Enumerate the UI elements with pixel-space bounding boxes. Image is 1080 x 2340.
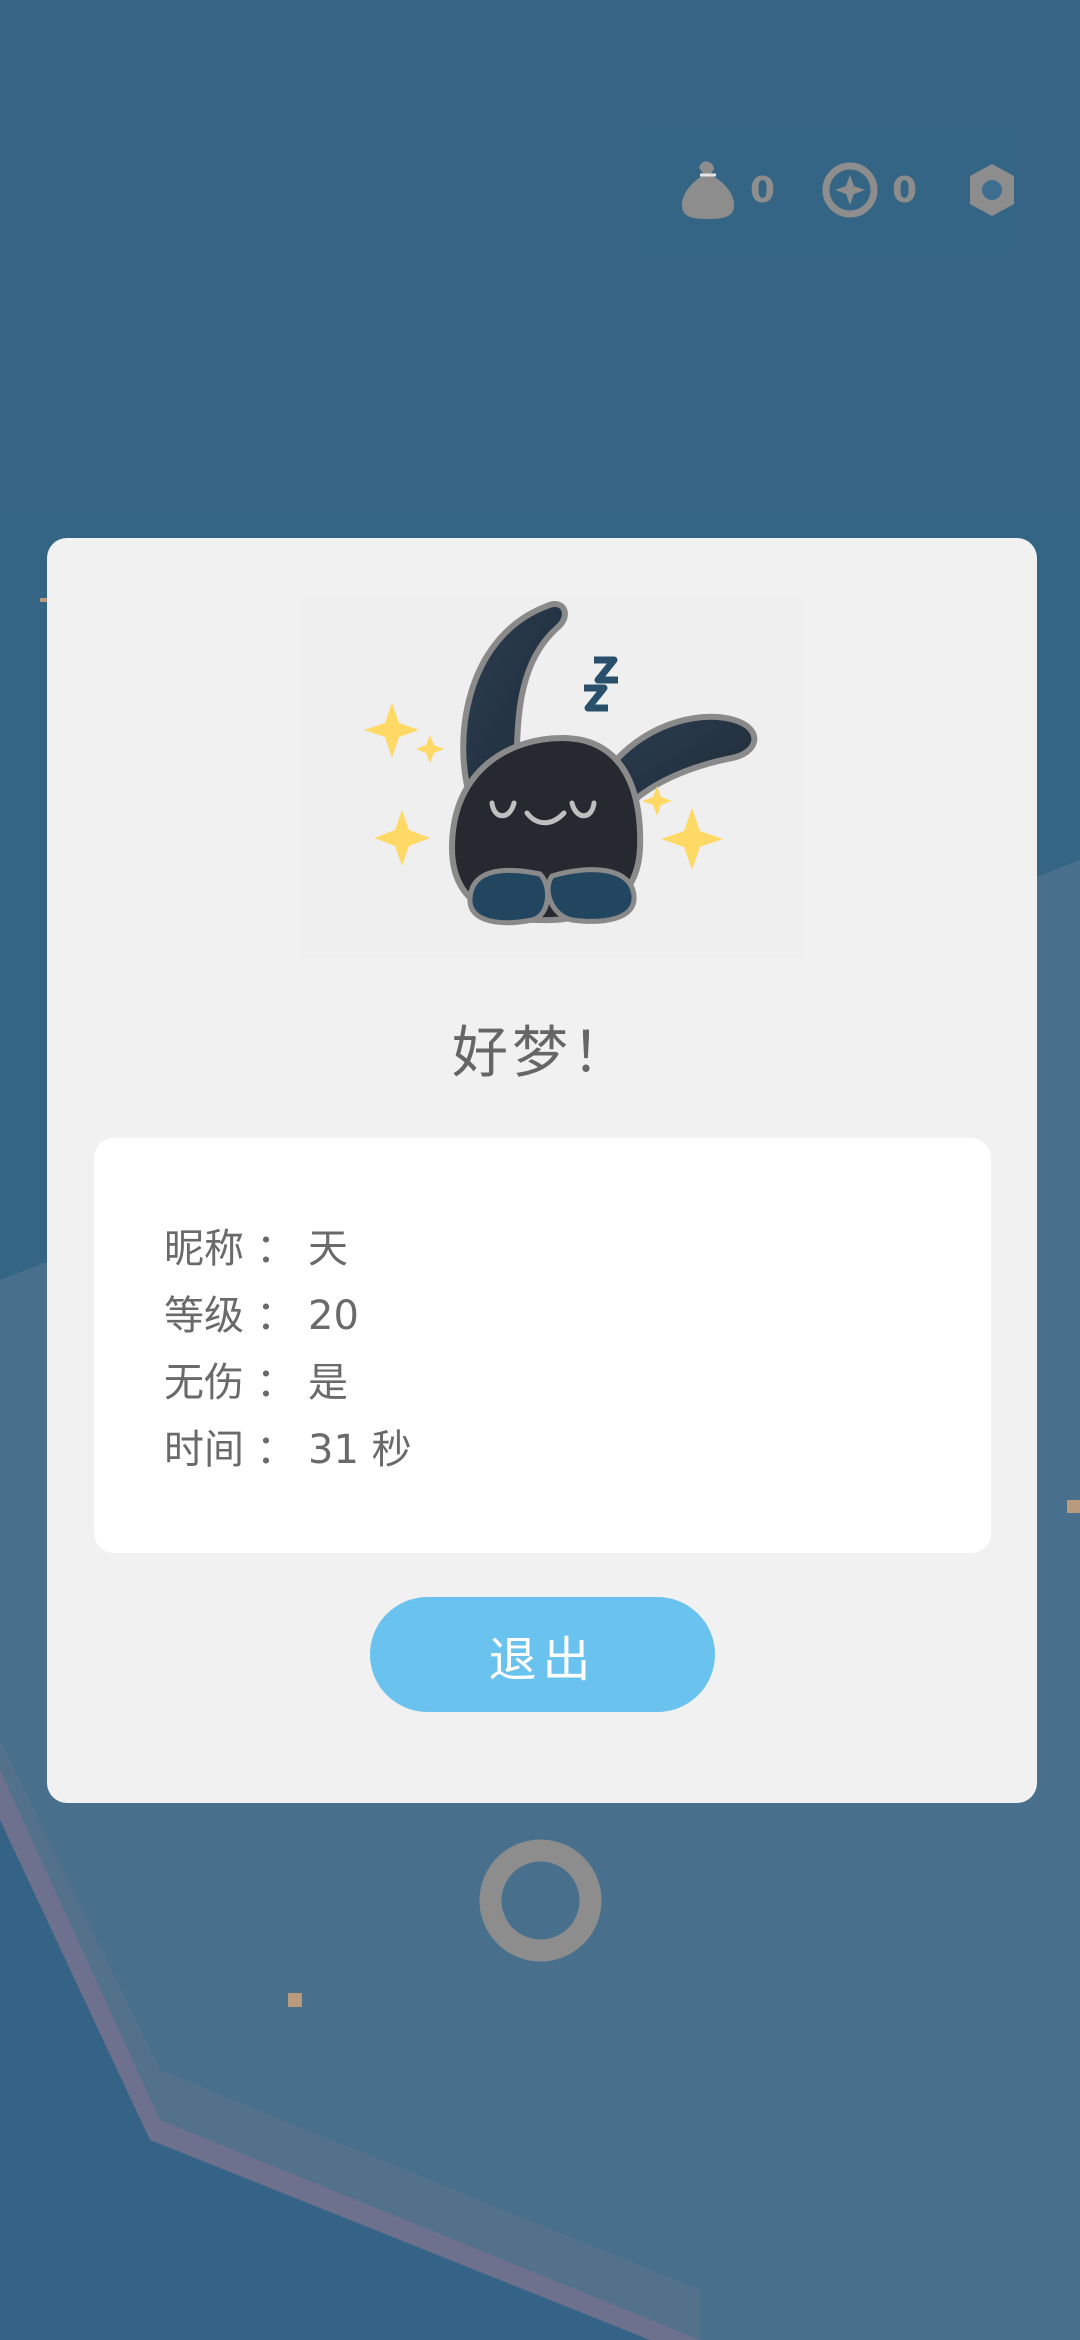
dialog-title: 好梦！	[452, 1021, 632, 1086]
stat-label: 等级	[164, 1293, 244, 1339]
stat-value: 31 秒	[308, 1427, 412, 1473]
stat-label: 时间	[164, 1427, 244, 1473]
sleeping-bunny-illustration	[302, 598, 802, 958]
stat-separator: ：	[256, 1226, 296, 1272]
exit-button[interactable]: 退出	[370, 1597, 715, 1712]
ring-target-icon	[479, 1839, 602, 1962]
stat-value: 20	[308, 1293, 359, 1339]
stat-separator: ：	[256, 1360, 296, 1406]
token-count: 0	[892, 169, 918, 211]
money-bag-icon	[682, 161, 734, 219]
stat-row-time: 时间 ： 31 秒	[164, 1417, 412, 1475]
stat-row-nickname: 昵称 ： 天	[164, 1216, 348, 1274]
hexagon-settings-icon[interactable]	[966, 161, 1018, 219]
settings-button[interactable]	[966, 150, 1018, 230]
star-coin-icon	[822, 162, 878, 218]
bag-counter: 0	[680, 150, 775, 230]
stat-label: 昵称	[164, 1226, 244, 1272]
bag-count: 0	[750, 169, 776, 211]
token-counter: 0	[822, 150, 917, 230]
stat-row-no-damage: 无伤 ： 是	[164, 1350, 348, 1408]
top-hud: 0 0	[0, 150, 1080, 230]
result-dialog: 好梦！ 昵称 ： 天 等级 ： 20 无伤 ： 是 时间 ： 31 秒 退出	[47, 538, 1037, 1803]
stat-value: 是	[308, 1360, 348, 1406]
stat-separator: ：	[256, 1293, 296, 1339]
stat-label: 无伤	[164, 1360, 244, 1406]
stat-row-level: 等级 ： 20	[164, 1283, 359, 1341]
stat-value: 天	[308, 1226, 348, 1272]
stat-separator: ：	[256, 1427, 296, 1473]
stats-panel: 昵称 ： 天 等级 ： 20 无伤 ： 是 时间 ： 31 秒	[94, 1138, 991, 1553]
